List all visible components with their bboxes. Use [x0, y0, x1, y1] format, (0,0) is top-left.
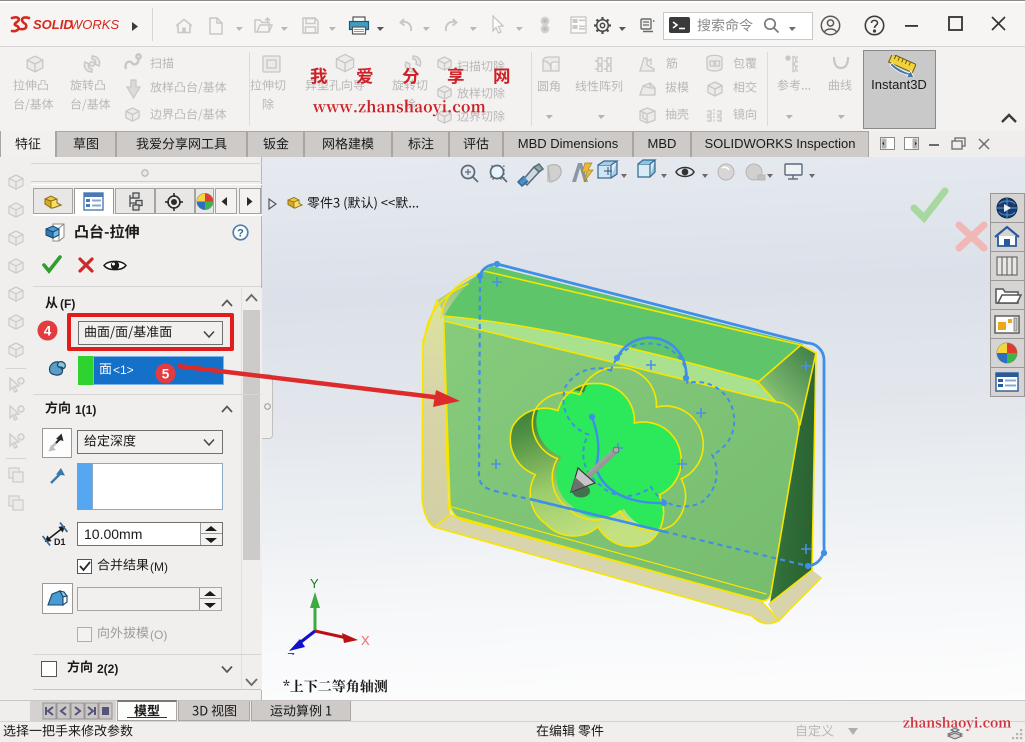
- svg-text:D1: D1: [54, 537, 66, 547]
- svg-text:WORKS: WORKS: [70, 17, 119, 32]
- svg-text:Y: Y: [310, 576, 319, 591]
- svg-text:?: ?: [237, 228, 244, 240]
- svg-text:5: 5: [162, 367, 170, 382]
- svg-text:SOLID: SOLID: [33, 17, 73, 32]
- svg-text:4: 4: [44, 324, 52, 339]
- svg-text:X: X: [361, 633, 370, 648]
- svg-text:Z: Z: [287, 650, 295, 655]
